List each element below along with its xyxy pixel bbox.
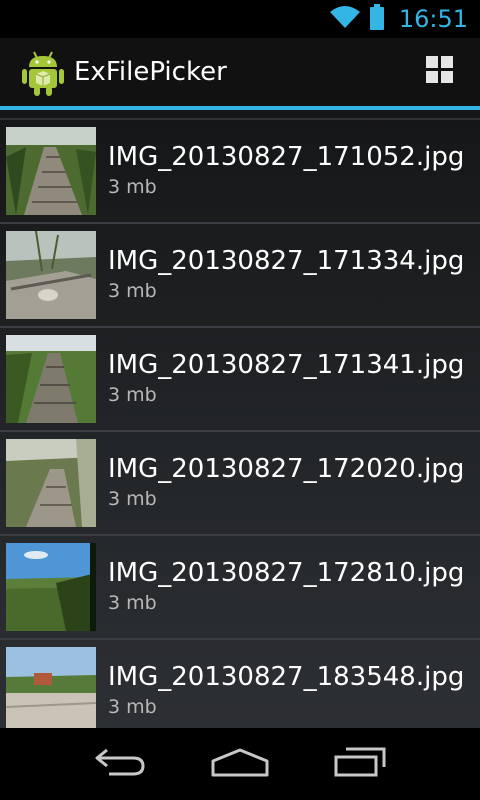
navigation-bar [0,728,480,800]
home-button[interactable] [180,728,300,800]
file-size: 3 mb [108,280,157,302]
app-title: ExFilePicker [74,57,227,87]
file-list-item[interactable]: IMG_20130827_171052.jpg 3 mb [0,120,480,224]
screen: 16:51 ExFilePicker IMG_20130827_171052.j… [0,0,480,800]
image-thumbnail [6,439,96,527]
back-icon [93,746,147,783]
wifi-icon [329,5,361,34]
list-divider [0,110,480,120]
battery-icon [369,3,385,35]
grid-view-button[interactable] [400,38,480,106]
status-icons: 16:51 [329,0,468,38]
file-size: 3 mb [108,176,157,198]
recent-apps-button[interactable] [300,728,420,800]
file-name: IMG_20130827_171052.jpg [108,142,465,172]
back-button[interactable] [60,728,180,800]
file-size: 3 mb [108,488,157,510]
file-list-item[interactable]: IMG_20130827_172810.jpg 3 mb [0,536,480,640]
status-time: 16:51 [398,5,468,33]
file-size: 3 mb [108,592,157,614]
image-thumbnail [6,231,96,319]
status-bar: 16:51 [0,0,480,38]
file-list-item[interactable]: IMG_20130827_171334.jpg 3 mb [0,224,480,328]
image-thumbnail [6,543,96,631]
file-list-item[interactable]: IMG_20130827_171341.jpg 3 mb [0,328,480,432]
grid-view-icon [426,55,454,89]
file-list-item[interactable]: IMG_20130827_183548.jpg 3 mb [0,640,480,728]
file-size: 3 mb [108,384,157,406]
image-thumbnail [6,127,96,215]
android-icon[interactable] [22,50,64,96]
file-list[interactable]: IMG_20130827_171052.jpg 3 mb IMG_2013082… [0,110,480,728]
image-thumbnail [6,647,96,728]
file-name: IMG_20130827_183548.jpg [108,662,465,692]
recent-apps-icon [334,747,386,782]
home-icon [211,747,269,782]
file-name: IMG_20130827_172020.jpg [108,454,465,484]
file-name: IMG_20130827_172810.jpg [108,558,465,588]
file-size: 3 mb [108,696,157,718]
file-name: IMG_20130827_171341.jpg [108,350,465,380]
file-name: IMG_20130827_171334.jpg [108,246,465,276]
file-list-item[interactable]: IMG_20130827_172020.jpg 3 mb [0,432,480,536]
action-bar: ExFilePicker [0,38,480,106]
image-thumbnail [6,335,96,423]
